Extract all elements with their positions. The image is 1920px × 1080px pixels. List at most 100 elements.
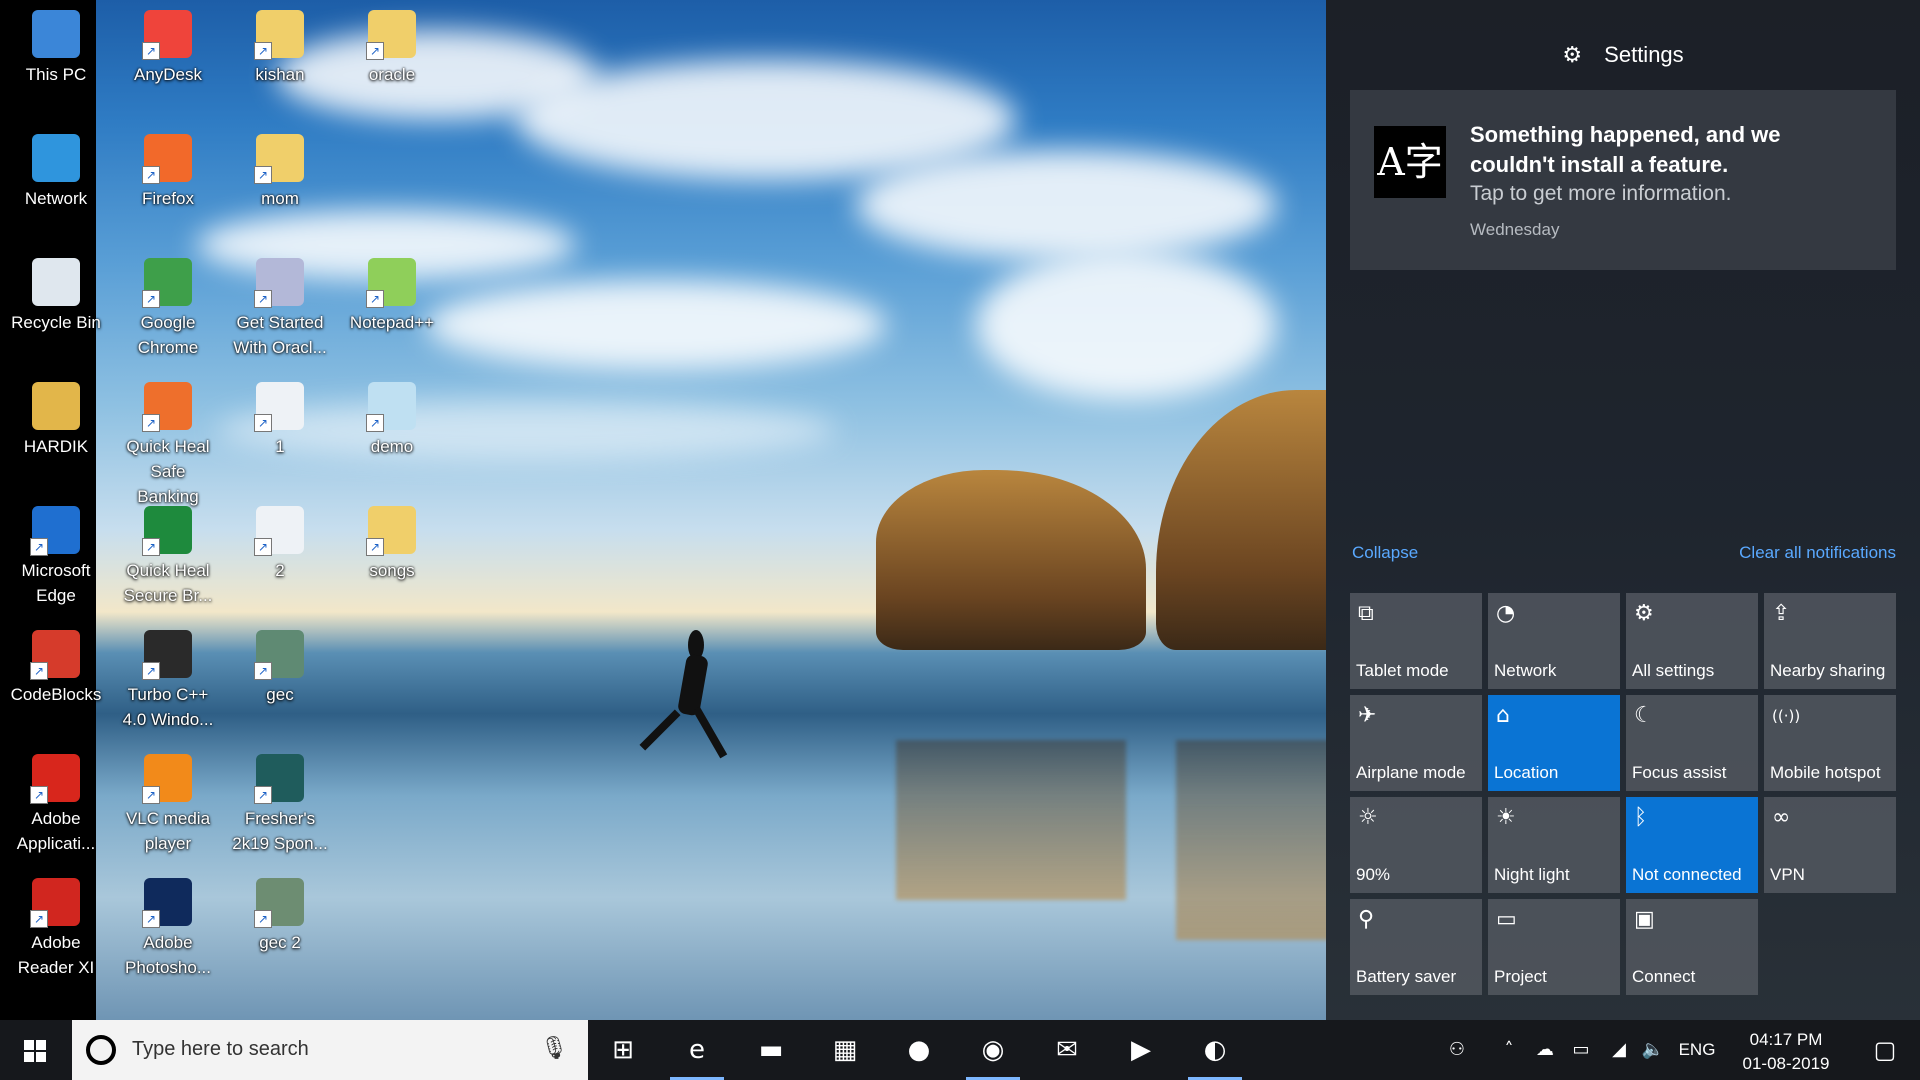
cortana-icon bbox=[86, 1035, 116, 1065]
desktop-icon[interactable]: Recycle Bin bbox=[6, 250, 106, 335]
volume-icon[interactable]: 🔈 bbox=[1636, 1020, 1670, 1080]
language-feature-icon: A字 bbox=[1374, 126, 1446, 198]
people-icon[interactable]: ⚇ bbox=[1440, 1020, 1474, 1080]
desktop-icon[interactable]: ↗ oracle bbox=[342, 2, 442, 87]
quick-action-connect[interactable]: ▣ Connect bbox=[1626, 899, 1758, 995]
chrome-icon[interactable]: ◉ bbox=[958, 1020, 1028, 1080]
desktop-icon[interactable]: ↗ Google Chrome bbox=[118, 250, 218, 360]
action-center-header[interactable]: ⚙ Settings bbox=[1326, 42, 1920, 68]
brightness-icon: ☼ bbox=[1358, 805, 1378, 830]
codeblocks-icon: ↗ bbox=[30, 630, 80, 680]
shortcut-arrow-icon: ↗ bbox=[142, 662, 160, 680]
microphone-icon[interactable]: 🎙 bbox=[540, 1036, 568, 1061]
media-player-icon[interactable]: ▶ bbox=[1106, 1020, 1176, 1080]
quick-action-label: Mobile hotspot bbox=[1770, 763, 1881, 782]
desktop-icon-label: Recycle Bin bbox=[11, 313, 101, 332]
clear-all-notifications-link[interactable]: Clear all notifications bbox=[1739, 543, 1896, 563]
shortcut-arrow-icon: ↗ bbox=[254, 166, 272, 184]
start-button[interactable] bbox=[0, 1020, 72, 1080]
shortcut-arrow-icon: ↗ bbox=[254, 662, 272, 680]
onedrive-icon[interactable]: ☁ bbox=[1528, 1020, 1562, 1080]
shortcut-arrow-icon: ↗ bbox=[254, 786, 272, 804]
oracle-db-icon: ↗ bbox=[254, 258, 304, 308]
desktop-icon-label: Network bbox=[24, 189, 88, 208]
quick-action-mobile-hotspot[interactable]: ((·)) Mobile hotspot bbox=[1764, 695, 1896, 791]
photoshop-icon: ↗ bbox=[142, 878, 192, 928]
desktop-icon-label: kishan bbox=[255, 65, 305, 84]
battery-icon[interactable]: ▭ bbox=[1564, 1020, 1598, 1080]
quick-action-location[interactable]: ⌂ Location bbox=[1488, 695, 1620, 791]
desktop-icon[interactable]: ↗ songs bbox=[342, 498, 442, 583]
desktop-icon[interactable]: ↗ mom bbox=[230, 126, 330, 211]
firefox-icon[interactable]: ● bbox=[884, 1020, 954, 1080]
desktop-icon[interactable]: This PC bbox=[6, 2, 106, 87]
notepad-file-icon: ↗ bbox=[366, 382, 416, 432]
quick-action-project[interactable]: ▭ Project bbox=[1488, 899, 1620, 995]
quick-action-label: Connect bbox=[1632, 967, 1696, 986]
notification-card[interactable]: A字 Something happened, and we couldn't i… bbox=[1350, 90, 1896, 270]
edge-icon[interactable]: e bbox=[662, 1020, 732, 1080]
wifi-icon[interactable]: ◢ bbox=[1602, 1020, 1636, 1080]
desktop-icon[interactable]: ↗ demo bbox=[342, 374, 442, 459]
desktop-icon[interactable]: ↗ Adobe Photosho... bbox=[118, 870, 218, 980]
store-icon[interactable]: ▦ bbox=[810, 1020, 880, 1080]
quick-action-not-connected[interactable]: ᛒ Not connected bbox=[1626, 797, 1758, 893]
desktop-icon[interactable]: ↗ Adobe Reader XI bbox=[6, 870, 106, 980]
desktop-icon[interactable]: Network bbox=[6, 126, 106, 211]
quick-action-vpn[interactable]: ∞ VPN bbox=[1764, 797, 1896, 893]
turbo-cpp-icon[interactable]: ◐ bbox=[1180, 1020, 1250, 1080]
quick-action-night-light[interactable]: ☀ Night light bbox=[1488, 797, 1620, 893]
quick-action-90-[interactable]: ☼ 90% bbox=[1350, 797, 1482, 893]
shortcut-arrow-icon: ↗ bbox=[254, 910, 272, 928]
desktop-icon-label: This PC bbox=[25, 65, 87, 84]
desktop-icon-label: Microsoft Edge bbox=[21, 561, 91, 605]
desktop-icon[interactable]: ↗ 1 bbox=[230, 374, 330, 459]
desktop-icon[interactable]: ↗ CodeBlocks bbox=[6, 622, 106, 707]
desktop-icon[interactable]: ↗ Get Started With Oracl... bbox=[230, 250, 330, 360]
file-explorer-icon[interactable]: ▬ bbox=[736, 1020, 806, 1080]
desktop-icon-label: HARDIK bbox=[23, 437, 89, 456]
quick-action-airplane-mode[interactable]: ✈ Airplane mode bbox=[1350, 695, 1482, 791]
clock[interactable]: 04:17 PM 01-08-2019 bbox=[1726, 1028, 1846, 1076]
desktop-icon[interactable]: ↗ kishan bbox=[230, 2, 330, 87]
quick-action-label: Night light bbox=[1494, 865, 1570, 884]
quick-action-focus-assist[interactable]: ☾ Focus assist bbox=[1626, 695, 1758, 791]
desktop-icon[interactable]: ↗ Fresher's 2k19 Spon... bbox=[230, 746, 330, 856]
desktop-icon[interactable]: ↗ Microsoft Edge bbox=[6, 498, 106, 608]
desktop-icon[interactable]: ↗ AnyDesk bbox=[118, 2, 218, 87]
desktop-icon[interactable]: HARDIK bbox=[6, 374, 106, 459]
quick-action-label: Network bbox=[1494, 661, 1557, 680]
shortcut-arrow-icon: ↗ bbox=[142, 910, 160, 928]
quick-action-all-settings[interactable]: ⚙ All settings bbox=[1626, 593, 1758, 689]
search-box[interactable]: Type here to search 🎙 bbox=[72, 1020, 588, 1080]
desktop-icon[interactable]: ↗ Turbo C++ 4.0 Windo... bbox=[118, 622, 218, 732]
nearby-sharing-icon: ⇪ bbox=[1772, 601, 1791, 626]
shortcut-arrow-icon: ↗ bbox=[30, 662, 48, 680]
action-center-button[interactable]: ▢ bbox=[1850, 1020, 1920, 1080]
desktop-icon-label: gec 2 bbox=[259, 933, 301, 952]
task-view-icon[interactable]: ⊞ bbox=[588, 1020, 658, 1080]
music-folder-icon: ↗ bbox=[366, 506, 416, 556]
desktop-icon[interactable]: ↗ Adobe Applicati... bbox=[6, 746, 106, 856]
quick-action-nearby-sharing[interactable]: ⇪ Nearby sharing bbox=[1764, 593, 1896, 689]
search-placeholder: Type here to search bbox=[132, 1038, 309, 1060]
quick-action-tablet-mode[interactable]: ⧉ Tablet mode bbox=[1350, 593, 1482, 689]
desktop-icon[interactable]: ↗ VLC media player bbox=[118, 746, 218, 856]
language-indicator[interactable]: ENG bbox=[1674, 1020, 1720, 1080]
chevron-up-icon[interactable]: ˄ bbox=[1494, 1020, 1524, 1080]
adobe-reader-icon: ↗ bbox=[30, 878, 80, 928]
tablet-mode-icon: ⧉ bbox=[1358, 601, 1374, 626]
hotspot-icon: ((·)) bbox=[1772, 707, 1801, 725]
desktop-icon[interactable]: ↗ 2 bbox=[230, 498, 330, 583]
desktop-icon[interactable]: ↗ Notepad++ bbox=[342, 250, 442, 335]
desktop-icon[interactable]: ↗ Quick Heal Safe Banking bbox=[118, 374, 218, 509]
desktop-icon[interactable]: ↗ gec bbox=[230, 622, 330, 707]
desktop-icon[interactable]: ↗ Quick Heal Secure Br... bbox=[118, 498, 218, 608]
desktop-icon[interactable]: ↗ gec 2 bbox=[230, 870, 330, 955]
mail-icon[interactable]: ✉ bbox=[1032, 1020, 1102, 1080]
shortcut-arrow-icon: ↗ bbox=[366, 290, 384, 308]
collapse-link[interactable]: Collapse bbox=[1352, 543, 1418, 563]
quick-action-network[interactable]: ◔ Network bbox=[1488, 593, 1620, 689]
quick-action-battery-saver[interactable]: ⚲ Battery saver bbox=[1350, 899, 1482, 995]
desktop-icon[interactable]: ↗ Firefox bbox=[118, 126, 218, 211]
